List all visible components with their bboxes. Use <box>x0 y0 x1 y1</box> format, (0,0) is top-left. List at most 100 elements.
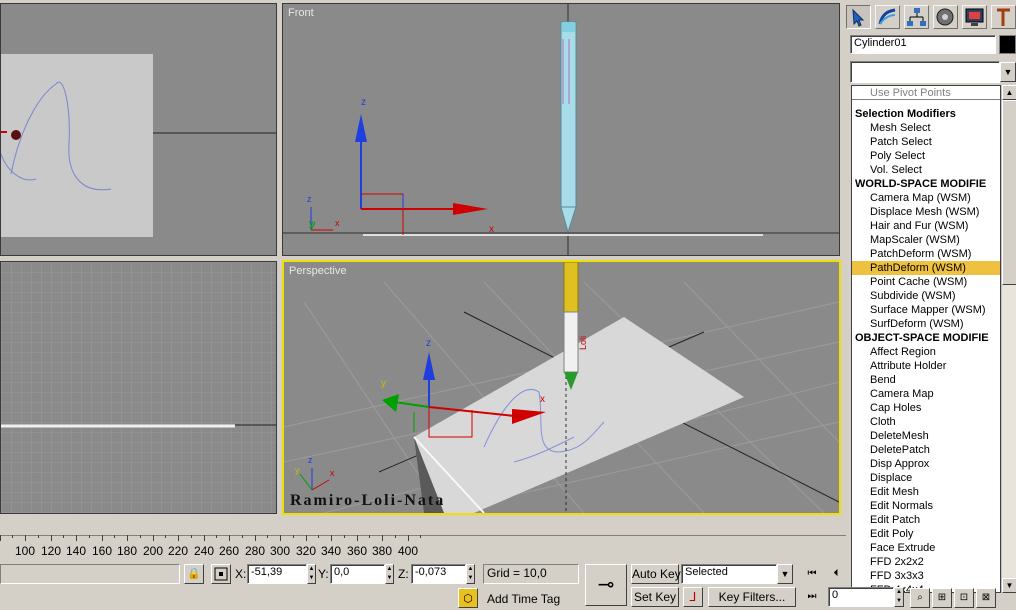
ruler-tick <box>63 535 64 538</box>
modifier-list-item[interactable]: Disp Approx <box>852 457 1000 471</box>
y-coord-label: Y: <box>318 567 329 581</box>
object-color-swatch[interactable] <box>999 35 1016 54</box>
modifier-list-item[interactable]: Cloth <box>852 415 1000 429</box>
viewport-perspective[interactable]: Perspective Loli z x y z x y Ramiro-Loli… <box>282 260 841 515</box>
ruler-tick <box>38 535 39 538</box>
perspective-viewport-scene: Loli z x y z x y <box>284 262 839 513</box>
modifier-list-item[interactable]: Vol. Select <box>852 163 1000 177</box>
modifier-list-scrollbar[interactable]: ▲ ▼ <box>1001 85 1016 593</box>
key-mode-select-arrow[interactable]: ▼ <box>777 564 793 584</box>
modifier-list-item[interactable]: Face Extrude <box>852 541 1000 555</box>
status-prompt-field <box>0 564 180 584</box>
ruler-label: 380 <box>371 544 393 558</box>
modifier-list-item[interactable]: Hair and Fur (WSM) <box>852 219 1000 233</box>
svg-text:x: x <box>489 224 494 235</box>
key-tangent-button[interactable]: ⅃ <box>683 587 703 607</box>
ruler-label: 400 <box>397 544 419 558</box>
modifier-list-item[interactable]: DeleteMesh <box>852 429 1000 443</box>
key-icon: ⊸ <box>597 574 615 596</box>
viewport-top[interactable] <box>0 3 277 256</box>
z-coord-input[interactable]: -0,073 <box>411 564 466 584</box>
time-config-button[interactable]: ⏭ <box>800 587 824 607</box>
ruler-tick <box>420 535 421 538</box>
viewport-front[interactable]: Front z x z x y <box>282 3 840 256</box>
modifier-list-item[interactable]: Edit Normals <box>852 499 1000 513</box>
modifier-list-item[interactable]: Edit Patch <box>852 513 1000 527</box>
zoom-extents-all-button[interactable]: ⊠ <box>976 588 996 608</box>
current-frame-spinner[interactable]: ▲ ▼ <box>894 587 904 607</box>
viewport-left[interactable] <box>0 261 277 514</box>
x-coord-label: X: <box>235 567 247 581</box>
go-to-start-button[interactable]: ⏮ <box>800 564 824 584</box>
modifier-list-item[interactable]: Cap Holes <box>852 401 1000 415</box>
key-filters-button[interactable]: Key Filters... <box>708 587 796 607</box>
ruler-tick <box>369 535 370 538</box>
y-coord-input[interactable]: 0,0 <box>330 564 385 584</box>
front-viewport-scene: z x z x y <box>283 4 839 255</box>
ruler-tick <box>318 535 319 538</box>
previous-frame-button[interactable]: ⏴ <box>826 564 846 584</box>
zoom-extents-button[interactable]: ⊡ <box>954 588 974 608</box>
zoom-button[interactable]: ⌕ <box>910 588 930 608</box>
add-time-tag-label[interactable]: Add Time Tag <box>487 592 560 606</box>
z-coord-spinner[interactable]: ▲ ▼ <box>466 564 475 584</box>
auto-key-button[interactable]: Auto Key <box>631 564 681 584</box>
modifier-list-item[interactable]: Attribute Holder <box>852 359 1000 373</box>
object-name-field[interactable]: Cylinder01 <box>850 35 996 54</box>
modifier-list-item[interactable]: Edit Mesh <box>852 485 1000 499</box>
modifier-list-item[interactable]: FFD 3x3x3 <box>852 569 1000 583</box>
modifier-list-item[interactable]: PatchDeform (WSM) <box>852 247 1000 261</box>
ruler-label: 360 <box>346 544 368 558</box>
key-mode-select[interactable]: Selected <box>681 564 777 584</box>
lock-selection-button[interactable]: 🔒 <box>184 564 204 584</box>
modifier-list-item[interactable]: SurfDeform (WSM) <box>852 317 1000 331</box>
modifier-list-item[interactable]: FFD 2x2x2 <box>852 555 1000 569</box>
hierarchy-icon <box>907 8 926 26</box>
motion-tab-button[interactable] <box>933 5 958 29</box>
modifier-list-item[interactable]: Subdivide (WSM) <box>852 289 1000 303</box>
ruler-tick <box>140 535 141 538</box>
ruler-tick <box>165 535 166 538</box>
modifier-list-dropdown[interactable] <box>850 61 1000 83</box>
x-coord-spinner[interactable]: ▲ ▼ <box>307 564 316 584</box>
modifier-list-item[interactable]: Camera Map (WSM) <box>852 191 1000 205</box>
zoom-all-button[interactable]: ⊞ <box>932 588 952 608</box>
tangent-icon: ⅃ <box>689 590 697 604</box>
modifier-list-item[interactable]: Displace <box>852 471 1000 485</box>
modifier-dropdown-arrow[interactable]: ▼ <box>1000 62 1016 82</box>
set-key-mode-icon-button[interactable]: ⊸ <box>585 564 627 606</box>
ruler-label: 260 <box>218 544 240 558</box>
modifier-list-item[interactable]: Point Cache (WSM) <box>852 275 1000 289</box>
modifier-list-item[interactable]: Patch Select <box>852 135 1000 149</box>
create-tab-button[interactable] <box>846 5 871 29</box>
modifier-list-item[interactable]: Camera Map <box>852 387 1000 401</box>
x-coord-input[interactable]: -51,39 <box>247 564 307 584</box>
modifier-list-item[interactable]: DeletePatch <box>852 443 1000 457</box>
modifier-list-item[interactable]: Poly Select <box>852 149 1000 163</box>
scroll-thumb[interactable] <box>1002 100 1016 285</box>
utilities-tab-button[interactable] <box>991 5 1016 29</box>
modifier-list-item[interactable]: MapScaler (WSM) <box>852 233 1000 247</box>
modifier-list-item[interactable]: Affect Region <box>852 345 1000 359</box>
scroll-up-button[interactable]: ▲ <box>1002 85 1016 100</box>
modifier-list-item[interactable]: Surface Mapper (WSM) <box>852 303 1000 317</box>
ruler-tick <box>191 535 192 538</box>
utilities-icon <box>997 8 1010 26</box>
set-key-button[interactable]: Set Key <box>631 587 679 607</box>
modify-tab-button[interactable] <box>875 5 900 29</box>
display-tab-button[interactable] <box>962 5 987 29</box>
current-frame-input[interactable]: 0 <box>828 587 894 607</box>
modifier-list-item[interactable]: PathDeform (WSM) <box>852 261 1000 275</box>
modifier-list-item[interactable]: Bend <box>852 373 1000 387</box>
ruler-tick <box>102 535 103 541</box>
timeline-ruler[interactable]: 100 120 140 160 180 200 220 240 260 280 300 320 340 3… <box>0 535 846 563</box>
modifier-list-item[interactable]: Edit Poly <box>852 527 1000 541</box>
hierarchy-tab-button[interactable] <box>904 5 929 29</box>
absolute-mode-toggle[interactable] <box>211 564 231 584</box>
time-tag-button[interactable]: ⬡ <box>458 588 478 608</box>
y-coord-spinner[interactable]: ▲ ▼ <box>385 564 394 584</box>
svg-text:z: z <box>307 194 312 204</box>
modifier-list-item[interactable]: Displace Mesh (WSM) <box>852 205 1000 219</box>
modifier-list-item[interactable]: Mesh Select <box>852 121 1000 135</box>
modifier-list[interactable]: Use Pivot Points Selection Modifiers Mesh… <box>851 85 1001 593</box>
